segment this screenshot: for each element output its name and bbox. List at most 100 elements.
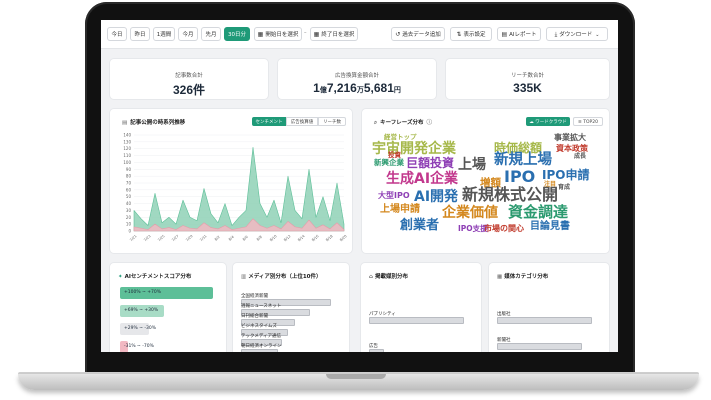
chevron-down-icon: ⌄	[595, 32, 600, 38]
wordcloud-word[interactable]: 資本政策	[556, 145, 588, 153]
y-tick-label: 70	[126, 181, 132, 186]
category-title: ▦ 媒体カテゴリ分布	[497, 274, 549, 280]
y-tick-label: 110	[123, 153, 131, 158]
past-data-button[interactable]: ↺ 過去データ追加	[391, 27, 445, 41]
y-tick-label: 80	[126, 174, 132, 179]
x-tick-label: 8/16	[311, 234, 320, 242]
sentiment-bar[interactable]: +69% ~ +30%	[120, 305, 165, 317]
wordcloud-word[interactable]: 新興企業	[374, 159, 404, 167]
x-tick-label: 7/31	[199, 234, 208, 242]
toolbar: 今日 昨日 1週間 今月 先月 30日分 ▦ 開始日を選択 – ▦ 終了日を選択 ↺…	[101, 20, 618, 49]
wordcloud-word[interactable]: 巨額投資	[406, 157, 454, 169]
y-tick-label: 0	[128, 229, 131, 234]
word-cloud: 経営トップ 事業拡大 宇宙開発企業 時価総額 資本政策 投資 新規上場 成長 新興企業 巨額投資上…	[362, 129, 611, 253]
keyphrase-title: ⌕ キーフレーズ分布 ⓘ	[374, 120, 433, 126]
wordcloud-word[interactable]: 上場	[458, 158, 486, 172]
sliders-icon: ⇅	[456, 31, 462, 38]
wordcloud-word[interactable]: 経営トップ	[384, 134, 417, 141]
wordcloud-word[interactable]: 新規株式公開	[462, 187, 558, 203]
sentiment-bar[interactable]: -31% ~ -70%	[120, 341, 154, 352]
range-today-button[interactable]: 今日	[107, 27, 127, 41]
cloud-icon: ☁	[529, 120, 534, 125]
chart-line-icon: ▤	[122, 120, 128, 126]
x-tick-label: 7/25	[157, 234, 166, 242]
y-tick-label: 50	[126, 194, 132, 199]
wordcloud-word[interactable]: 企業価値	[442, 206, 498, 220]
download-dropdown[interactable]: ⤓ ダウンロード ⌄	[546, 27, 608, 41]
wordcloud-word[interactable]: 創業者	[400, 219, 439, 232]
end-date-label: 終了日を選択	[321, 32, 355, 38]
wordcloud-word[interactable]: 資金調達	[508, 205, 568, 220]
end-date-picker[interactable]: ▦ 終了日を選択	[310, 27, 358, 41]
y-tick-label: 40	[126, 201, 132, 206]
wordcloud-word[interactable]: 新規上場	[494, 153, 552, 168]
stat-card-reach: リーチ数合計 335K	[445, 58, 610, 100]
wordcloud-word[interactable]: 上場申請	[380, 205, 420, 215]
range-week-button[interactable]: 1週間	[153, 27, 175, 41]
stat-card-ad-value: 広告換算金額合計 1億7,216万5,681円	[277, 58, 437, 100]
sentiment-bar[interactable]: +100% ~ +70%	[120, 287, 214, 299]
tab-wordcloud[interactable]: ☁ ワードクラウド	[526, 117, 570, 126]
sentiment-bar[interactable]: +29% ~ -30%	[120, 323, 156, 335]
x-tick-label: 8/4	[228, 234, 235, 241]
wordcloud-word[interactable]: 目論見書	[530, 222, 570, 232]
wordcloud-word[interactable]: 大型IPO	[378, 192, 410, 200]
calendar-icon: ▦	[257, 31, 264, 38]
range-this-month-button[interactable]: 今月	[178, 27, 198, 41]
wordcloud-word[interactable]: 市場の関心	[484, 225, 524, 233]
bar[interactable]	[369, 317, 464, 324]
download-label: ダウンロード	[559, 32, 593, 38]
x-tick-label: 8/10	[269, 234, 278, 242]
stat-label: 記事数合計	[175, 73, 203, 79]
wordcloud-word[interactable]: 成長	[574, 154, 586, 160]
wordcloud-word[interactable]: 生成AI企業	[386, 172, 458, 186]
x-tick-label: 8/12	[283, 234, 292, 242]
past-data-label: 過去データ追加	[402, 32, 441, 38]
folder-icon: ▦	[497, 274, 503, 280]
bar[interactable]	[497, 317, 592, 324]
bar[interactable]	[497, 343, 582, 350]
tab-sentiment[interactable]: センチメント	[252, 117, 286, 126]
x-tick-label: 7/21	[129, 234, 138, 242]
timeseries-title: ▤ 記事公開の時系列推移	[122, 120, 186, 126]
tab-top20[interactable]: ≡ TOP20	[573, 117, 603, 126]
y-tick-label: 20	[126, 215, 132, 220]
range-yesterday-button[interactable]: 昨日	[130, 27, 150, 41]
x-tick-label: 7/23	[143, 234, 152, 242]
wordcloud-word[interactable]: IPO	[504, 169, 535, 185]
y-tick-label: 100	[123, 160, 131, 165]
wordcloud-word[interactable]: 宇宙開発企業	[372, 142, 456, 156]
calendar-icon: ▦	[313, 31, 320, 38]
bar[interactable]	[241, 349, 279, 352]
list-icon: ≡	[578, 120, 582, 125]
range-30days-button[interactable]: 30日分	[224, 27, 250, 41]
stat-value: 335K	[513, 81, 542, 95]
x-tick-label: 8/2	[214, 235, 221, 242]
tab-reach[interactable]: リーチ数	[318, 117, 346, 126]
wordcloud-word[interactable]: 事業拡大	[554, 134, 586, 142]
media-card: ▥ メディア別分布（上位10件） 全国経済新聞 週報ニュースネット 日刊総合新聞 ビジネ…	[232, 262, 350, 352]
wordcloud-word[interactable]: 育成	[558, 185, 570, 191]
x-tick-label: 8/8	[256, 235, 263, 242]
document-icon: ▤	[501, 31, 508, 38]
download-icon: ⤓	[554, 31, 558, 38]
stat-label: リーチ数合計	[510, 73, 544, 79]
y-tick-label: 60	[126, 187, 132, 192]
sentiment-score-card: ✦ AIセンチメントスコア分布 +100% ~ +70% +69% ~ +30% +2…	[109, 262, 227, 352]
start-date-picker[interactable]: ▦ 開始日を選択	[254, 27, 302, 41]
ai-report-label: AIレポート	[509, 32, 537, 38]
bar[interactable]	[369, 349, 384, 352]
stat-value: 326件	[172, 83, 206, 97]
tab-ad-value[interactable]: 広告換算値	[286, 117, 318, 126]
display-settings-button[interactable]: ⇅ 表示設定	[450, 27, 492, 41]
range-last-month-button[interactable]: 先月	[201, 27, 221, 41]
date-range-separator: –	[304, 30, 307, 36]
area-series-0	[133, 147, 345, 232]
wordcloud-word[interactable]: IPO申請	[542, 169, 589, 181]
bar-chart-icon: ▥	[241, 274, 247, 280]
ai-report-button[interactable]: ▤ AIレポート	[497, 27, 541, 41]
y-tick-label: 30	[126, 208, 132, 213]
wordcloud-word[interactable]: AI開発	[414, 190, 458, 204]
laptop-notch	[326, 374, 386, 379]
y-tick-label: 130	[123, 139, 131, 144]
